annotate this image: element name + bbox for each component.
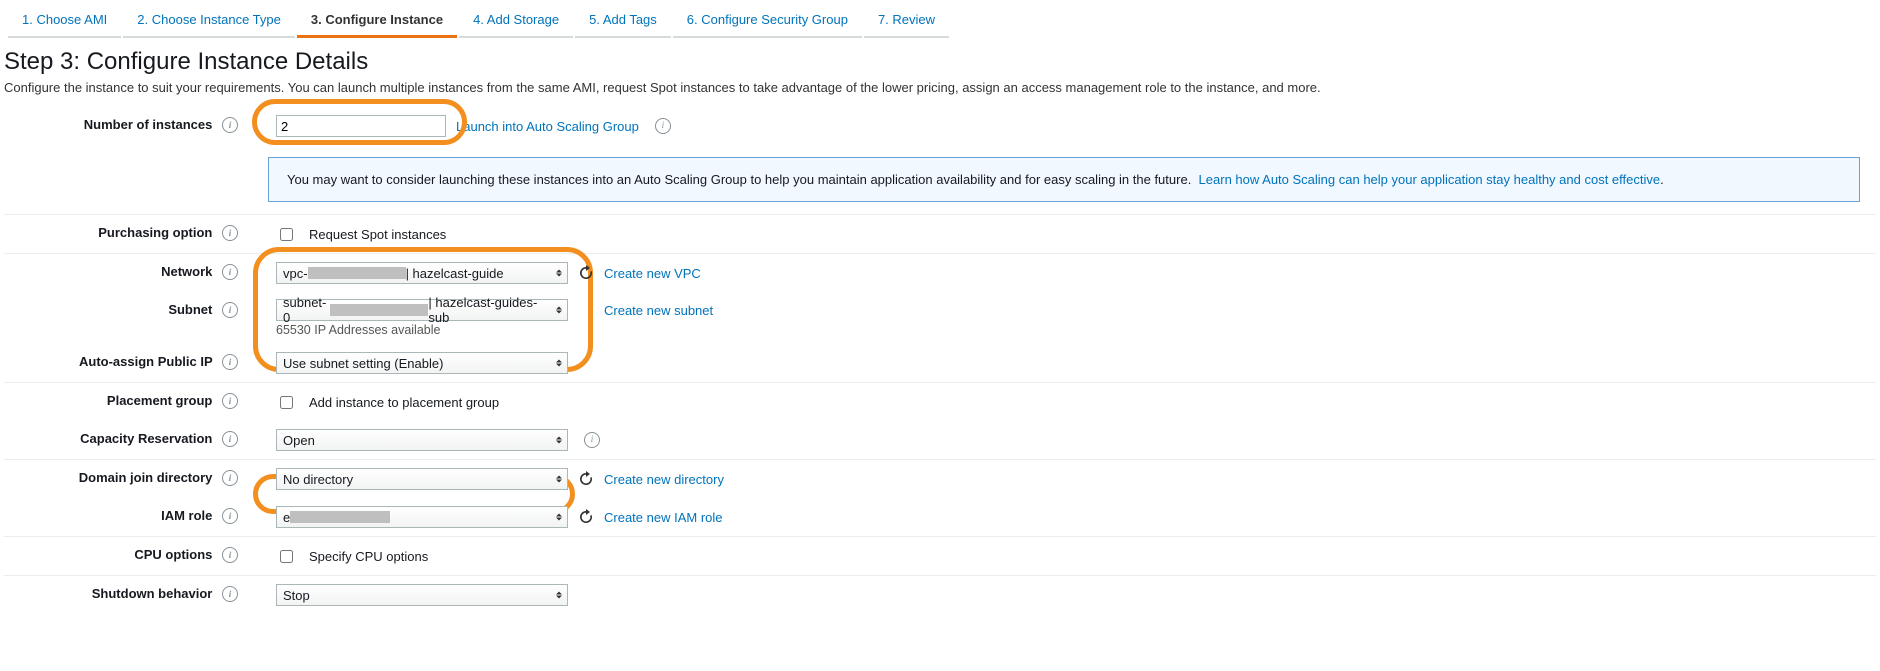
tab-configure-instance[interactable]: 3. Configure Instance	[297, 6, 457, 38]
domain-join-select[interactable]: No directory	[276, 468, 568, 490]
launch-into-asg-link[interactable]: Launch into Auto Scaling Group	[456, 119, 639, 134]
create-subnet-link[interactable]: Create new subnet	[604, 303, 713, 318]
info-icon[interactable]: i	[655, 118, 671, 134]
wizard-tabs: 1. Choose AMI 2. Choose Instance Type 3.…	[0, 0, 1880, 38]
refresh-icon[interactable]	[578, 509, 594, 525]
info-icon[interactable]: i	[222, 354, 238, 370]
label-shutdown-behavior: Shutdown behavior	[92, 586, 213, 601]
label-subnet: Subnet	[168, 302, 212, 317]
network-value-prefix: vpc-	[283, 266, 308, 281]
info-icon[interactable]: i	[222, 225, 238, 241]
iam-role-value-prefix: e	[283, 510, 290, 525]
tab-review[interactable]: 7. Review	[864, 6, 949, 38]
redacted-text	[330, 304, 428, 316]
refresh-icon[interactable]	[578, 471, 594, 487]
subnet-value-prefix: subnet-0	[283, 295, 330, 325]
asg-notice-link[interactable]: Learn how Auto Scaling can help your app…	[1199, 172, 1661, 187]
label-auto-public-ip: Auto-assign Public IP	[79, 354, 212, 369]
label-cpu-options: CPU options	[134, 547, 212, 562]
capacity-reservation-value: Open	[283, 433, 315, 448]
request-spot-label: Request Spot instances	[309, 227, 446, 242]
network-select[interactable]: vpc- | hazelcast-guide	[276, 262, 568, 284]
request-spot-checkbox[interactable]	[280, 228, 293, 241]
auto-public-ip-select[interactable]: Use subnet setting (Enable)	[276, 352, 568, 374]
create-iam-role-link[interactable]: Create new IAM role	[604, 510, 723, 525]
auto-public-ip-value: Use subnet setting (Enable)	[283, 356, 443, 371]
tab-add-tags[interactable]: 5. Add Tags	[575, 6, 671, 38]
label-number-of-instances: Number of instances	[84, 117, 213, 132]
label-purchasing-option: Purchasing option	[98, 225, 212, 240]
shutdown-behavior-select[interactable]: Stop	[276, 584, 568, 606]
placement-group-checkbox[interactable]	[280, 396, 293, 409]
tab-add-storage[interactable]: 4. Add Storage	[459, 6, 573, 38]
redacted-text	[308, 267, 406, 279]
refresh-icon[interactable]	[578, 265, 594, 281]
info-icon[interactable]: i	[222, 264, 238, 280]
info-icon[interactable]: i	[222, 431, 238, 447]
info-icon[interactable]: i	[222, 547, 238, 563]
asg-notice: You may want to consider launching these…	[268, 157, 1860, 202]
tab-choose-ami[interactable]: 1. Choose AMI	[8, 6, 121, 38]
shutdown-behavior-value: Stop	[283, 588, 310, 603]
network-value-suffix: | hazelcast-guide	[406, 266, 504, 281]
create-vpc-link[interactable]: Create new VPC	[604, 266, 701, 281]
redacted-text	[290, 511, 390, 523]
cpu-options-label: Specify CPU options	[309, 549, 428, 564]
placement-group-label: Add instance to placement group	[309, 395, 499, 410]
info-icon[interactable]: i	[222, 117, 238, 133]
label-iam-role: IAM role	[161, 508, 212, 523]
subnet-value-suffix: | hazelcast-guides-sub	[428, 295, 549, 325]
page-title: Step 3: Configure Instance Details	[4, 48, 1880, 76]
iam-role-select[interactable]: e	[276, 506, 568, 528]
cpu-options-checkbox[interactable]	[280, 550, 293, 563]
info-icon[interactable]: i	[222, 508, 238, 524]
create-directory-link[interactable]: Create new directory	[604, 472, 724, 487]
capacity-reservation-select[interactable]: Open	[276, 429, 568, 451]
label-capacity-reservation: Capacity Reservation	[80, 431, 212, 446]
info-icon[interactable]: i	[222, 302, 238, 318]
subnet-ip-helper: 65530 IP Addresses available	[276, 323, 713, 337]
subnet-select[interactable]: subnet-0 | hazelcast-guides-sub	[276, 299, 568, 321]
page-subtitle: Configure the instance to suit your requ…	[4, 80, 1880, 95]
label-domain-join: Domain join directory	[79, 470, 213, 485]
tab-security-group[interactable]: 6. Configure Security Group	[673, 6, 862, 38]
label-placement-group: Placement group	[107, 393, 212, 408]
tab-choose-instance-type[interactable]: 2. Choose Instance Type	[123, 6, 295, 38]
number-of-instances-input[interactable]	[276, 115, 446, 137]
label-network: Network	[161, 264, 212, 279]
domain-join-value: No directory	[283, 472, 353, 487]
info-icon[interactable]: i	[222, 393, 238, 409]
info-icon[interactable]: i	[222, 586, 238, 602]
info-icon[interactable]: i	[584, 432, 600, 448]
info-icon[interactable]: i	[222, 470, 238, 486]
asg-notice-text: You may want to consider launching these…	[287, 172, 1191, 187]
